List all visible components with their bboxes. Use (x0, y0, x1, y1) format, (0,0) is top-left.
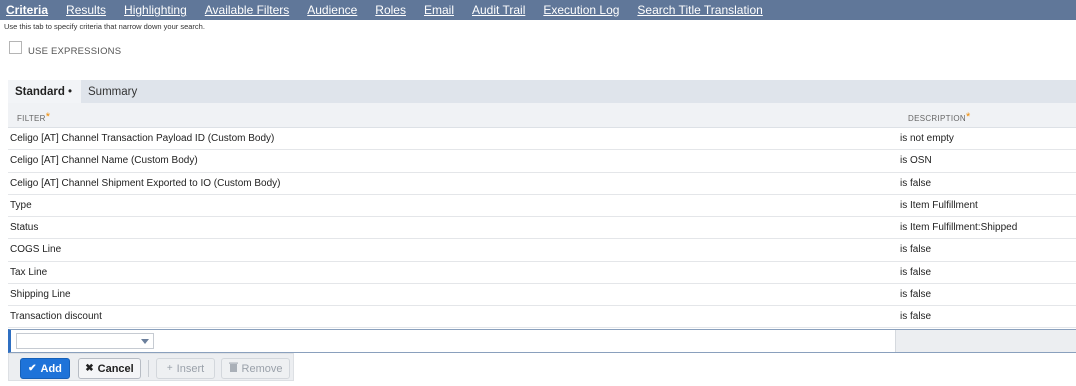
table-row[interactable]: Shipping Line is false (8, 284, 1076, 306)
required-asterisk: * (965, 111, 971, 123)
description-cell: is false (900, 311, 932, 322)
table-row[interactable]: Celigo [AT] Channel Name (Custom Body) is… (8, 150, 1076, 173)
use-expressions-option[interactable]: USE EXPRESSIONS (9, 41, 122, 57)
tab-criteria[interactable]: Criteria (6, 3, 48, 17)
trash-icon (228, 362, 238, 375)
description-cell: is OSN (900, 155, 932, 167)
use-expressions-checkbox[interactable] (9, 41, 22, 54)
description-column-header: DESCRIPTION* (908, 111, 971, 123)
tab-audit-trail[interactable]: Audit Trail (472, 3, 525, 17)
tab-email[interactable]: Email (424, 3, 454, 17)
description-cell: is Item Fulfillment (900, 199, 978, 211)
description-cell: is false (900, 266, 932, 278)
subtab-summary[interactable]: Summary (81, 80, 137, 103)
subtab-bar: Standard • Summary (8, 80, 1076, 103)
required-asterisk: * (45, 111, 51, 123)
row-action-bar: ✔ Add ✖ Cancel + Insert Remove (8, 353, 294, 381)
table-row[interactable]: Status is Item Fulfillment:Shipped (8, 217, 1076, 240)
table-header: FILTER* DESCRIPTION* (8, 103, 1076, 128)
subtab-standard-label: Standard (15, 85, 65, 98)
new-criteria-edit-row (8, 329, 1076, 353)
use-expressions-label: USE EXPRESSIONS (28, 46, 122, 57)
criteria-table: FILTER* DESCRIPTION* Celigo [AT] Channel… (8, 103, 1076, 329)
filter-cell: COGS Line (10, 244, 62, 256)
table-row[interactable]: Celigo [AT] Channel Transaction Payload … (8, 128, 1076, 151)
toolbar-divider (148, 360, 149, 377)
description-edit-cell[interactable] (895, 330, 1076, 352)
description-cell: is Item Fulfillment:Shipped (900, 222, 1018, 233)
filter-cell: Status (10, 222, 39, 233)
x-icon: ✖ (85, 363, 94, 374)
remove-button[interactable]: Remove (221, 358, 290, 379)
subtab-standard[interactable]: Standard • (8, 80, 81, 103)
filter-cell: Type (10, 199, 32, 211)
tab-search-title-translation[interactable]: Search Title Translation (637, 3, 762, 17)
criteria-hint-text: Use this tab to specify criteria that na… (4, 22, 205, 31)
top-tab-bar: Criteria Results Highlighting Available … (0, 0, 1076, 20)
tab-roles[interactable]: Roles (375, 3, 406, 17)
tab-execution-log[interactable]: Execution Log (543, 3, 619, 17)
description-cell: is false (900, 177, 932, 189)
tab-results[interactable]: Results (66, 3, 106, 17)
description-cell: is false (900, 288, 932, 300)
filter-cell: Shipping Line (10, 288, 71, 300)
table-row[interactable]: Tax Line is false (8, 262, 1076, 284)
filter-select[interactable] (16, 333, 154, 349)
insert-button[interactable]: + Insert (156, 358, 215, 379)
tab-available-filters[interactable]: Available Filters (205, 3, 289, 17)
tab-audience[interactable]: Audience (307, 3, 357, 17)
filter-column-header: FILTER* (17, 111, 51, 123)
filter-cell: Celigo [AT] Channel Transaction Payload … (10, 133, 275, 144)
plus-icon: + (166, 363, 173, 374)
chevron-down-icon (141, 339, 149, 344)
filter-cell: Celigo [AT] Channel Name (Custom Body) (10, 155, 198, 167)
description-cell: is false (900, 244, 932, 256)
filter-cell: Celigo [AT] Channel Shipment Exported to… (10, 177, 281, 189)
check-icon: ✔ (28, 363, 37, 374)
description-cell: is not empty (900, 133, 954, 144)
table-row[interactable]: Celigo [AT] Channel Shipment Exported to… (8, 173, 1076, 195)
table-row[interactable]: Transaction discount is false (8, 306, 1076, 329)
table-row[interactable]: Type is Item Fulfillment (8, 195, 1076, 217)
tab-highlighting[interactable]: Highlighting (124, 3, 187, 17)
cancel-button[interactable]: ✖ Cancel (78, 358, 141, 379)
add-button[interactable]: ✔ Add (20, 358, 70, 379)
table-row[interactable]: COGS Line is false (8, 239, 1076, 262)
filter-cell: Tax Line (10, 266, 48, 278)
filter-cell: Transaction discount (10, 311, 102, 322)
subtab-standard-marker: • (68, 85, 73, 98)
